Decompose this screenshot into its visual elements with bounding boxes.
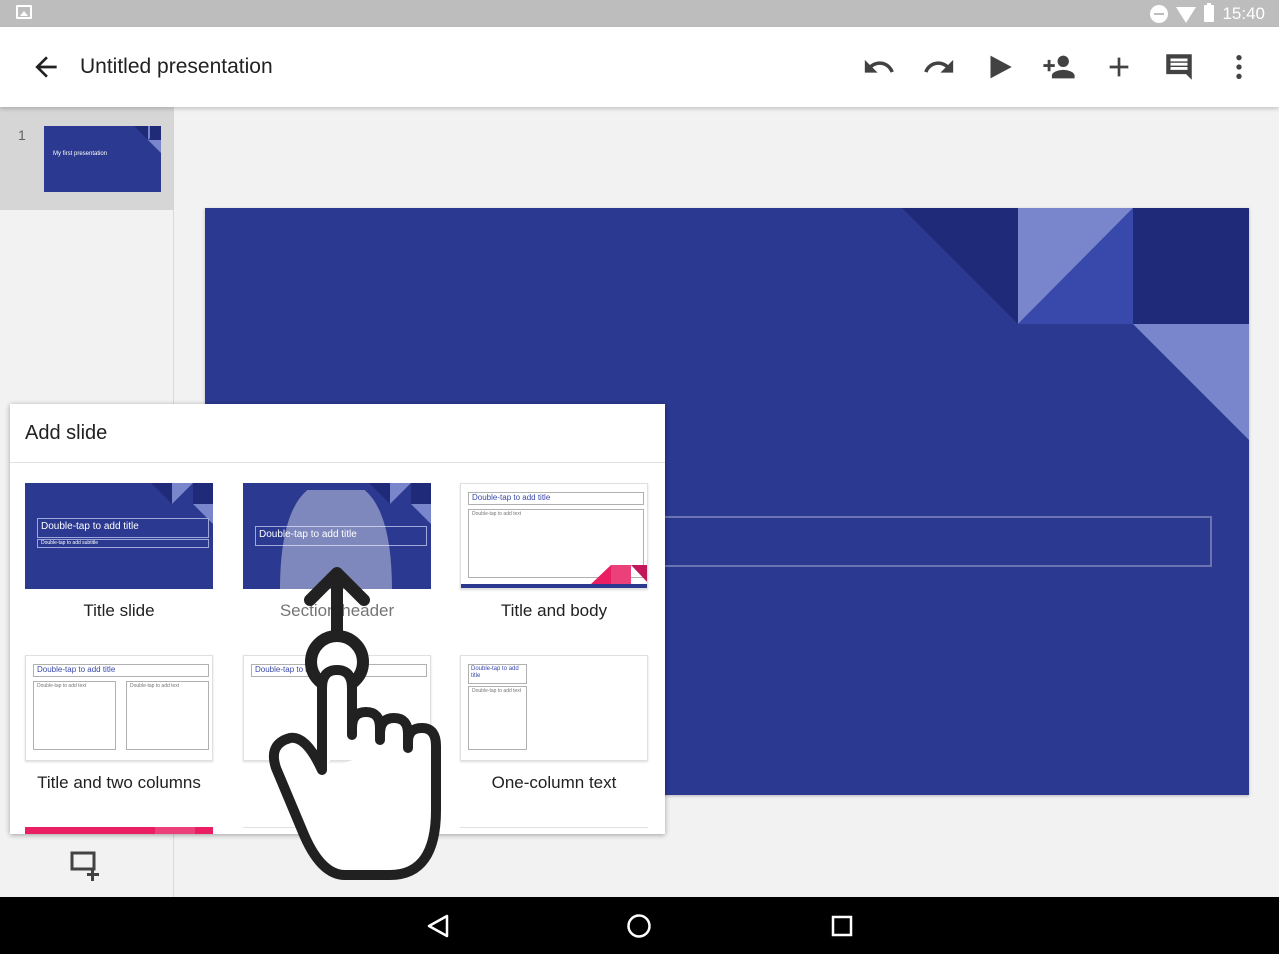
redo-icon [924,59,954,73]
layout-preview-partial[interactable] [460,827,648,834]
slide-number: 1 [18,127,26,143]
slide-thumbnail-row[interactable]: 1 My first presentation [0,107,174,210]
slide-thumbnail[interactable]: My first presentation [44,126,161,192]
redo-button[interactable] [921,49,957,85]
comments-button[interactable] [1161,49,1197,85]
layout-preview-partial[interactable] [243,827,431,834]
back-nav-button[interactable] [423,911,453,941]
home-nav-button[interactable] [624,911,654,941]
panel-header: Add slide [10,404,665,463]
preview-title-placeholder: Double-tap to add title [251,664,427,677]
layout-label: Title and body [500,601,608,620]
battery-icon [1204,3,1215,22]
system-navigation-bar [0,897,1279,954]
layout-preview: Double-tap to add title Double-tap to ad… [25,483,213,589]
status-bar: 15:40 [0,0,1279,27]
home-circle-icon [627,914,651,938]
preview-subtitle-placeholder: Double-tap to add subtitle [37,539,209,548]
arrow-back-icon [35,56,57,78]
image-notification-icon [16,5,32,19]
layout-preview: Double-tap to add title [243,655,431,761]
layout-label: Title slide [83,601,155,620]
layout-preview: Double-tap to add title [243,483,431,589]
layout-label: Title and two columns [37,773,201,792]
preview-decoration [461,565,647,588]
new-slide-icon [70,851,99,881]
preview-column-2-placeholder: Double-tap to add text [126,681,209,750]
add-icon [1109,57,1129,77]
preview-title-placeholder: Double-tap to add title [37,518,209,538]
add-slide-panel: Add slide Double-tap to add title Double… [10,404,665,834]
layout-preview: Double-tap to add title Double-tap to ad… [460,483,648,589]
back-button[interactable] [30,51,62,83]
preview-title-placeholder: Double-tap to add title [468,664,527,684]
more-options-button[interactable] [1221,49,1257,85]
wifi-icon [1176,6,1197,23]
new-slide-button[interactable] [70,849,104,883]
preview-column-1-placeholder: Double-tap to add text [33,681,116,750]
thumbnail-decoration [134,126,161,153]
preview-title-placeholder: Double-tap to add title [33,664,209,677]
layout-label: Section header [279,601,395,620]
share-button[interactable] [1041,49,1077,85]
layout-preview-partial[interactable] [25,827,213,834]
back-triangle-icon [427,914,449,938]
add-person-icon [1043,55,1075,79]
do-not-disturb-icon [1150,4,1169,23]
clock: 15:40 [1222,3,1265,23]
document-title[interactable]: Untitled presentation [80,55,273,79]
comment-icon [1166,54,1192,80]
recents-square-icon [831,915,853,937]
undo-button[interactable] [861,49,897,85]
preview-title-placeholder: Double-tap to add title [255,526,427,546]
preview-body-placeholder: Double-tap to add text [468,686,527,750]
thumbnail-title: My first presentation [53,151,108,157]
undo-icon [864,59,894,73]
play-icon [990,55,1012,79]
present-button[interactable] [981,49,1017,85]
more-vert-icon [1236,55,1242,79]
layout-label: One-column text [491,773,617,792]
layout-preview: Double-tap to add title Double-tap to ad… [25,655,213,761]
app-bar: Untitled presentation [0,27,1279,107]
layout-label: Title only [303,773,371,792]
recents-nav-button[interactable] [827,911,857,941]
layout-preview: Double-tap to add title Double-tap to ad… [460,655,648,761]
insert-button[interactable] [1101,49,1137,85]
